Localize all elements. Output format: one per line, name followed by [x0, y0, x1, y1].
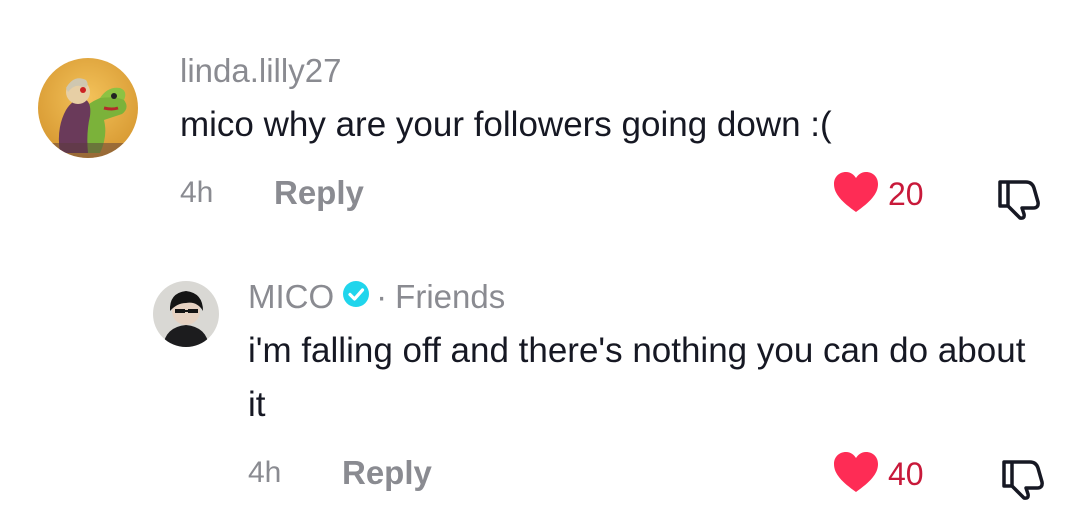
separator-dot: ·: [376, 278, 388, 315]
avatar-mico[interactable]: [153, 281, 219, 347]
avatar-image: [38, 58, 138, 158]
username-text[interactable]: MICO: [248, 278, 334, 316]
verified-badge-icon: [342, 278, 370, 316]
like-count: 40: [888, 456, 924, 492]
comment-timestamp: 4h: [248, 456, 282, 489]
avatar-image: [153, 281, 219, 347]
relation-label: Friends: [395, 278, 506, 315]
heart-icon: [832, 170, 880, 219]
like-button[interactable]: 40: [832, 450, 924, 499]
reply-button[interactable]: Reply: [274, 174, 364, 212]
heart-icon: [832, 450, 880, 499]
comment-text: i'm falling off and there's nothing you …: [248, 331, 1026, 424]
comment-2: MICO · Friends i'm falling off and there…: [0, 250, 1080, 528]
thumbs-down-icon: [992, 180, 1040, 224]
comment-username[interactable]: linda.lilly27: [180, 52, 341, 90]
comment-username: MICO · Friends: [248, 278, 505, 316]
thumbs-down-icon: [996, 460, 1044, 504]
comment-timestamp: 4h: [180, 176, 214, 209]
comment-1: linda.lilly27 mico why are your follower…: [0, 0, 1080, 240]
comment-text: mico why are your followers going down :…: [180, 105, 832, 144]
dislike-button[interactable]: [996, 456, 1044, 505]
like-button[interactable]: 20: [832, 170, 924, 219]
reply-button[interactable]: Reply: [342, 454, 432, 492]
avatar-linda[interactable]: [38, 58, 138, 158]
dislike-button[interactable]: [992, 176, 1040, 225]
like-count: 20: [888, 176, 924, 212]
